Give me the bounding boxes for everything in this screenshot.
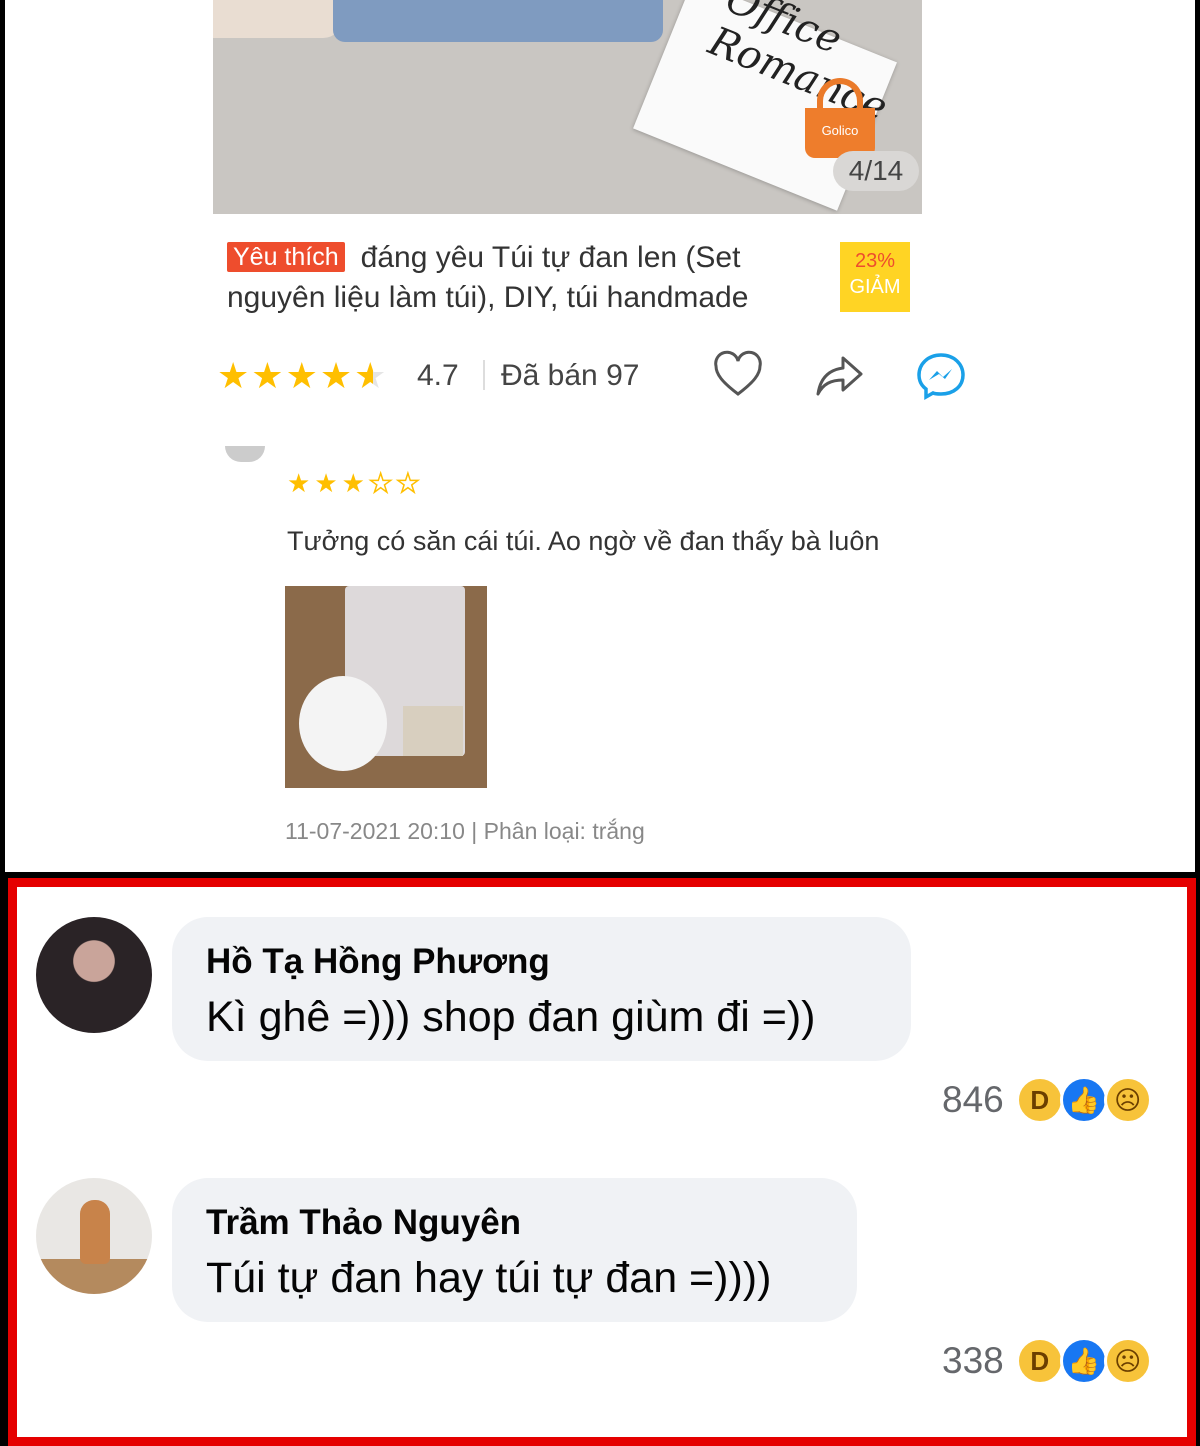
comment-text: Kì ghê =))) shop đan giùm đi =)) (206, 993, 816, 1041)
star-icon: ★ (217, 355, 250, 396)
avatar-figure (80, 1200, 110, 1264)
comment-bubble: Hồ Tạ Hồng Phương Kì ghê =))) shop đan g… (172, 917, 911, 1061)
reaction-summary[interactable]: 846 D 👍 ☹ (942, 1075, 1152, 1125)
rating-stars: ★ ★ ★ ★ ★ (217, 358, 388, 394)
comment-text: Túi tự đan hay túi tự đan =)))) (206, 1254, 772, 1302)
reaction-count: 338 (942, 1340, 1004, 1381)
sad-icon: ☹ (1103, 1076, 1152, 1124)
avatar[interactable] (36, 917, 152, 1033)
photo-pack (403, 706, 463, 756)
comment-bubble: Trầm Thảo Nguyên Túi tự đan hay túi tự đ… (172, 1178, 857, 1322)
review-photo[interactable] (285, 586, 487, 788)
review-meta: 11-07-2021 20:10 | Phân loại: trắng (285, 818, 645, 844)
reviewer-avatar (225, 446, 265, 462)
star-icon: ★ (251, 355, 284, 396)
discount-badge: 23% GIẢM (840, 242, 910, 312)
sad-icon: ☹ (1103, 1337, 1152, 1385)
photo-bag-beige (213, 0, 343, 38)
star-icon: ★ (319, 355, 353, 396)
star-empty-icon: ★ (368, 467, 393, 499)
rating-value: 4.7 (417, 359, 459, 392)
star-icon: ★ (341, 468, 365, 498)
review-text: Tưởng có săn cái túi. Ao ngờ về đan thấy… (287, 526, 880, 556)
favorite-badge: Yêu thích (227, 242, 345, 272)
haha-icon: D (1015, 1337, 1064, 1385)
star-icon: ★ (285, 355, 318, 396)
share-icon[interactable] (813, 350, 865, 402)
heart-icon[interactable] (712, 350, 764, 402)
star-empty-icon: ★ (395, 467, 420, 499)
commenter-name[interactable]: Hồ Tạ Hồng Phương (206, 939, 879, 985)
haha-icon: D (1015, 1076, 1064, 1124)
like-icon: 👍 (1059, 1337, 1108, 1385)
photo-counter: 4/14 (833, 151, 919, 191)
photo-yarn (299, 676, 387, 771)
sold-count: Đã bán 97 (501, 359, 640, 392)
photo-bag-blue (333, 0, 663, 42)
product-title: Yêu thích đáng yêu Túi tự đan len (Set ng… (227, 238, 797, 318)
product-photo[interactable]: Office Romance Golico 4/14 (213, 0, 922, 214)
review-stars: ★ ★ ★ ★ ★ (287, 467, 424, 499)
like-icon: 👍 (1059, 1076, 1108, 1124)
star-icon: ★ (287, 468, 311, 498)
avatar[interactable] (36, 1178, 152, 1294)
reaction-summary[interactable]: 338 D 👍 ☹ (942, 1336, 1152, 1386)
messenger-icon[interactable] (915, 350, 967, 402)
commenter-name[interactable]: Trầm Thảo Nguyên (206, 1200, 825, 1246)
star-half-icon: ★ (354, 355, 387, 396)
golico-logo: Golico (805, 78, 875, 158)
star-icon: ★ (314, 468, 338, 498)
discount-label: GIẢM (849, 276, 901, 298)
discount-percent: 23% (854, 250, 896, 272)
reaction-count: 846 (942, 1079, 1004, 1120)
divider (483, 360, 485, 390)
product-screenshot: Office Romance Golico 4/14 Yêu thích đáng… (5, 0, 1195, 872)
